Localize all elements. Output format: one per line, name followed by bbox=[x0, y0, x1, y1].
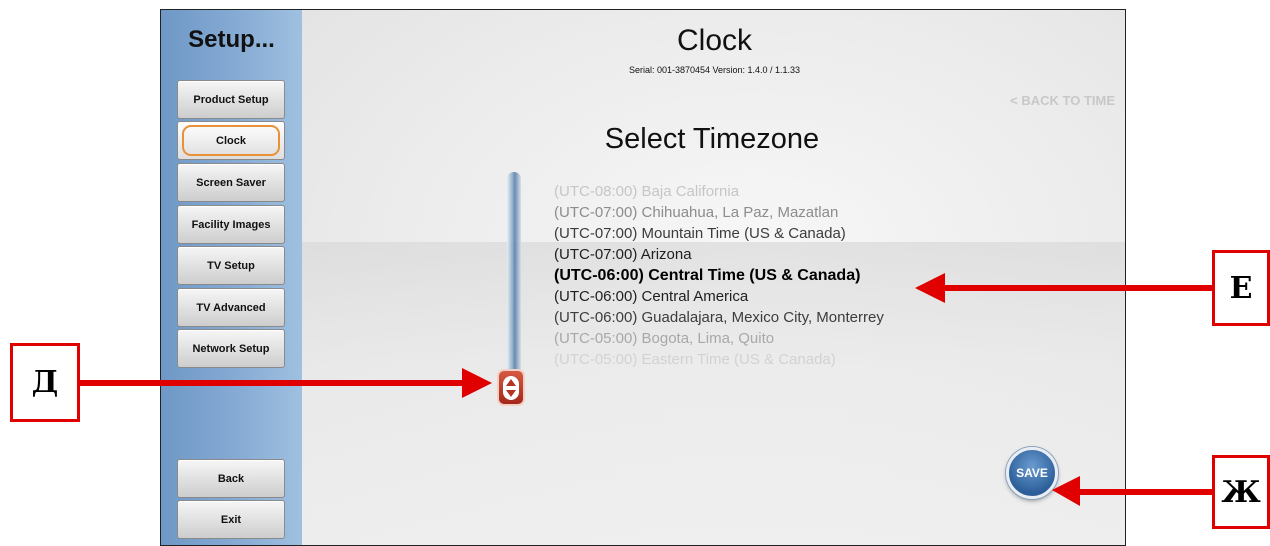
timezone-option[interactable]: (UTC-06:00) Guadalajara, Mexico City, Mo… bbox=[554, 307, 884, 328]
sidebar-item-facility-images[interactable]: Facility Images bbox=[177, 205, 285, 244]
select-timezone-heading: Select Timezone bbox=[604, 123, 820, 155]
sidebar-item-tv-setup[interactable]: TV Setup bbox=[177, 246, 285, 285]
timezone-option[interactable]: (UTC-05:00) Eastern Time (US & Canada) bbox=[554, 349, 884, 370]
page-title: Clock bbox=[676, 24, 752, 57]
main-panel: Clock Serial: 001-3870454 Version: 1.4.0… bbox=[302, 10, 1125, 545]
sidebar-item-tv-advanced[interactable]: TV Advanced bbox=[177, 288, 285, 327]
timezone-option[interactable]: (UTC-07:00) Chihuahua, La Paz, Mazatlan bbox=[554, 202, 884, 223]
up-down-arrows-icon bbox=[503, 375, 519, 400]
annotation-label-zh: Ж bbox=[1212, 455, 1270, 529]
serial-version-text: Serial: 001-3870454 Version: 1.4.0 / 1.1… bbox=[628, 65, 801, 75]
annotation-label-e: Е bbox=[1212, 250, 1270, 326]
timezone-option[interactable]: (UTC-07:00) Arizona bbox=[554, 244, 884, 265]
timezone-option[interactable]: (UTC-08:00) Baja California bbox=[554, 181, 884, 202]
timezone-scroll-handle[interactable] bbox=[497, 369, 525, 406]
setup-sidebar: Setup... Product Setup Clock Screen Save… bbox=[161, 10, 302, 545]
sidebar-item-product-setup[interactable]: Product Setup bbox=[177, 80, 285, 119]
back-to-time-link[interactable]: < BACK TO TIME bbox=[1010, 93, 1115, 108]
exit-button[interactable]: Exit bbox=[177, 500, 285, 539]
timezone-option-selected[interactable]: (UTC-06:00) Central Time (US & Canada) bbox=[554, 265, 884, 286]
timezone-option[interactable]: (UTC-07:00) Mountain Time (US & Canada) bbox=[554, 223, 884, 244]
timezone-list[interactable]: (UTC-08:00) Baja California (UTC-07:00) … bbox=[554, 181, 884, 370]
annotation-label-d: Д bbox=[10, 343, 80, 422]
sidebar-item-screen-saver[interactable]: Screen Saver bbox=[177, 163, 285, 202]
timezone-scroll-track[interactable] bbox=[507, 172, 521, 397]
sidebar-item-network-setup[interactable]: Network Setup bbox=[177, 329, 285, 368]
back-button[interactable]: Back bbox=[177, 459, 285, 498]
timezone-option[interactable]: (UTC-05:00) Bogota, Lima, Quito bbox=[554, 328, 884, 349]
save-button[interactable]: SAVE bbox=[1006, 447, 1058, 499]
sidebar-item-clock[interactable]: Clock bbox=[177, 121, 285, 160]
sidebar-title: Setup... bbox=[188, 26, 275, 53]
device-screen: Setup... Product Setup Clock Screen Save… bbox=[160, 9, 1126, 546]
timezone-option[interactable]: (UTC-06:00) Central America bbox=[554, 286, 884, 307]
